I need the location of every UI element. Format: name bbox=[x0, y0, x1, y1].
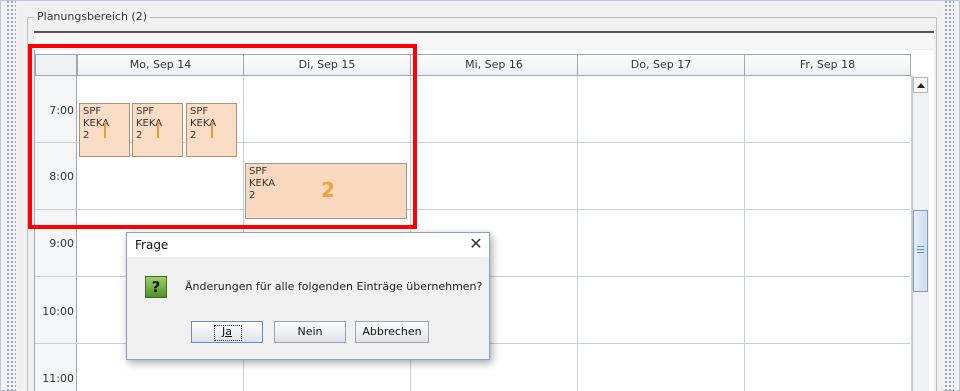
no-button[interactable]: Nein bbox=[274, 321, 346, 343]
dialog-body: ? Änderungen für alle folgenden Einträge… bbox=[127, 257, 489, 359]
day-header-fri[interactable]: Fr, Sep 18 bbox=[744, 54, 911, 76]
day-header-wed[interactable]: Mi, Sep 16 bbox=[410, 54, 578, 76]
day-header-thu[interactable]: Do, Sep 17 bbox=[577, 54, 745, 76]
time-label-10: 10:00 bbox=[42, 305, 74, 318]
right-splitter-grip[interactable] bbox=[944, 0, 954, 391]
group-title: Planungsbereich (2) bbox=[34, 10, 151, 23]
close-icon[interactable]: ✕ bbox=[466, 235, 486, 255]
time-label-9: 9:00 bbox=[49, 237, 74, 250]
cancel-button[interactable]: Abbrechen bbox=[355, 321, 429, 343]
focus-ring bbox=[214, 325, 242, 341]
time-label-11: 11:00 bbox=[42, 372, 74, 385]
red-highlight-box bbox=[28, 44, 417, 229]
scrollbar-grip bbox=[917, 249, 924, 250]
scroll-up-button[interactable] bbox=[913, 77, 928, 93]
dialog-title: Frage bbox=[135, 238, 169, 252]
yes-button[interactable]: Ja bbox=[191, 321, 263, 343]
scrollbar-grip bbox=[917, 246, 924, 247]
left-splitter-grip[interactable] bbox=[6, 0, 16, 391]
grid-line bbox=[35, 343, 77, 344]
question-dialog: Frage ✕ ? Änderungen für alle folgenden … bbox=[126, 232, 490, 360]
no-button-label: Nein bbox=[297, 325, 323, 338]
grid-line bbox=[35, 276, 77, 277]
dialog-message: Änderungen für alle folgenden Einträge ü… bbox=[185, 280, 483, 293]
scrollbar-thumb[interactable] bbox=[913, 210, 928, 292]
question-icon: ? bbox=[145, 276, 167, 298]
dialog-titlebar: Frage ✕ bbox=[127, 233, 489, 257]
scrollbar-grip bbox=[917, 252, 924, 253]
cancel-button-label: Abbrechen bbox=[362, 325, 422, 338]
